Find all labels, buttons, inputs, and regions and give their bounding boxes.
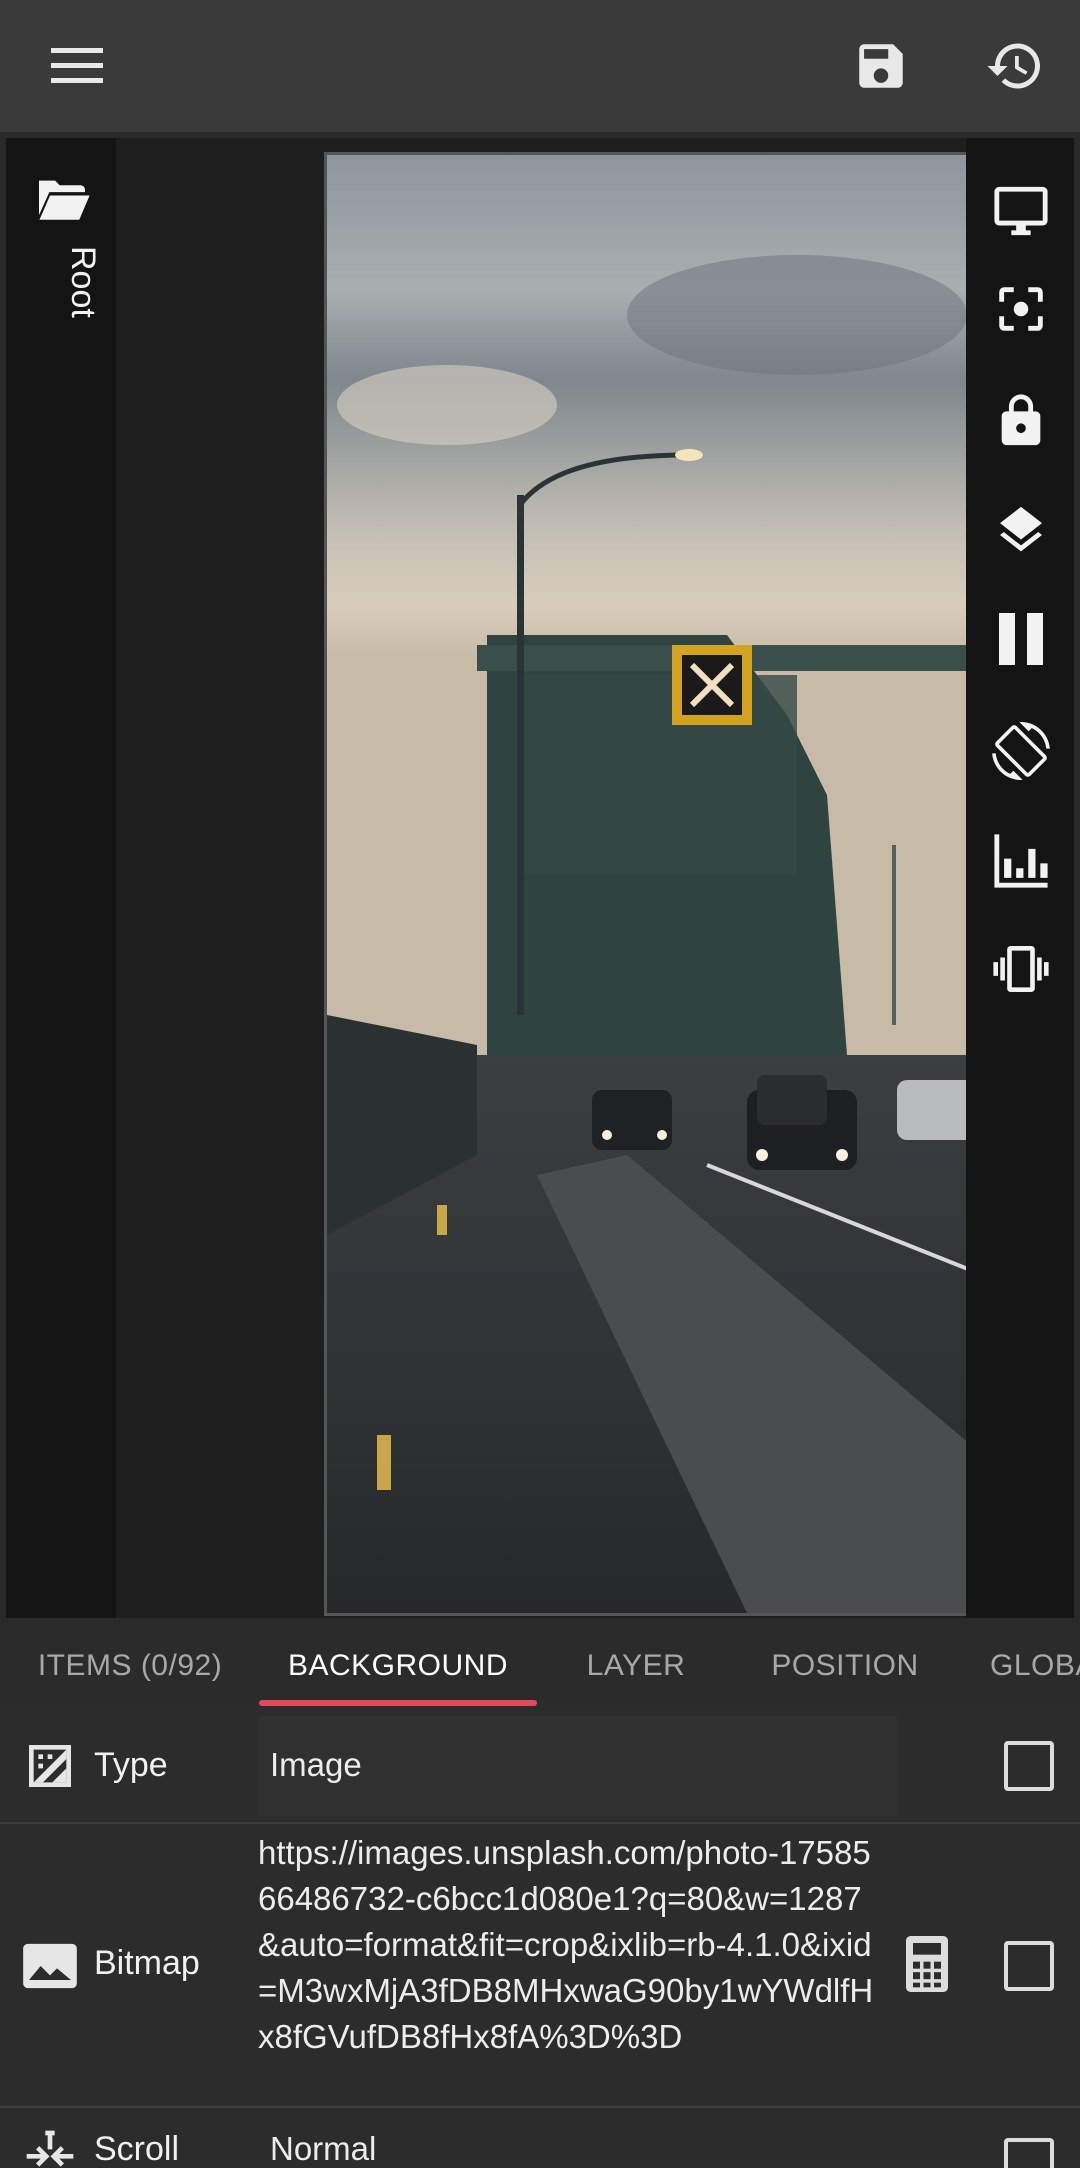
property-value[interactable]: Image xyxy=(270,1746,362,1784)
property-label: Type xyxy=(94,1746,168,1784)
pause-icon[interactable] xyxy=(986,604,1056,674)
root-label[interactable]: Root xyxy=(22,246,102,326)
tab-layer[interactable]: LAYER xyxy=(564,1624,708,1708)
lock-icon[interactable] xyxy=(986,386,1056,456)
property-checkbox[interactable] xyxy=(1004,1941,1054,1991)
bitmap-url[interactable]: https://images.unsplash.com/photo-175856… xyxy=(258,1830,878,2060)
left-rail: Root xyxy=(6,138,116,1618)
bridge-photo xyxy=(327,155,983,1613)
tab-global[interactable]: GLOBA xyxy=(990,1624,1080,1708)
property-checkbox[interactable] xyxy=(1004,1741,1054,1791)
workspace: Root xyxy=(0,132,1080,1624)
screen-rotation-icon[interactable] xyxy=(986,716,1056,786)
tab-bar: ITEMS (0/92) BACKGROUND LAYER POSITION G… xyxy=(0,1624,1080,1708)
layers-icon[interactable] xyxy=(986,494,1056,564)
history-icon[interactable] xyxy=(975,26,1055,106)
image-icon xyxy=(22,1938,78,1994)
property-value[interactable]: Normal xyxy=(270,2130,376,2168)
menu-icon[interactable] xyxy=(37,26,117,106)
save-icon[interactable] xyxy=(841,26,921,106)
bitmap-url-text[interactable]: https://images.unsplash.com/photo-175856… xyxy=(258,1830,878,2060)
property-label: Bitmap xyxy=(94,1944,200,1982)
tab-position[interactable]: POSITION xyxy=(760,1624,930,1708)
equalizer-icon[interactable] xyxy=(986,826,1056,896)
property-row-scroll[interactable]: Scroll Normal xyxy=(0,2108,1080,2168)
scroll-icon xyxy=(22,2126,78,2168)
folder-open-icon[interactable] xyxy=(34,176,94,226)
calculator-icon[interactable] xyxy=(905,1936,959,1996)
focus-icon[interactable] xyxy=(986,274,1056,344)
property-row-type[interactable]: Type Image xyxy=(0,1708,1080,1824)
vibrate-icon[interactable] xyxy=(986,934,1056,1004)
canvas-stage xyxy=(116,138,986,1618)
tab-items[interactable]: ITEMS (0/92) xyxy=(18,1624,242,1708)
active-tab-indicator xyxy=(259,1700,537,1706)
monitor-icon[interactable] xyxy=(986,176,1056,246)
right-rail xyxy=(966,138,1074,1618)
property-label: Scroll xyxy=(94,2130,180,2168)
property-checkbox[interactable] xyxy=(1004,2138,1054,2168)
properties-list: Type Image Bitmap https://images.unsplas… xyxy=(0,1708,1080,2168)
wallpaper-preview[interactable] xyxy=(324,152,986,1616)
property-row-bitmap[interactable]: Bitmap https://images.unsplash.com/photo… xyxy=(0,1824,1080,2108)
top-app-bar xyxy=(0,0,1080,132)
tab-background[interactable]: BACKGROUND xyxy=(259,1624,537,1708)
gradient-icon xyxy=(22,1738,78,1794)
